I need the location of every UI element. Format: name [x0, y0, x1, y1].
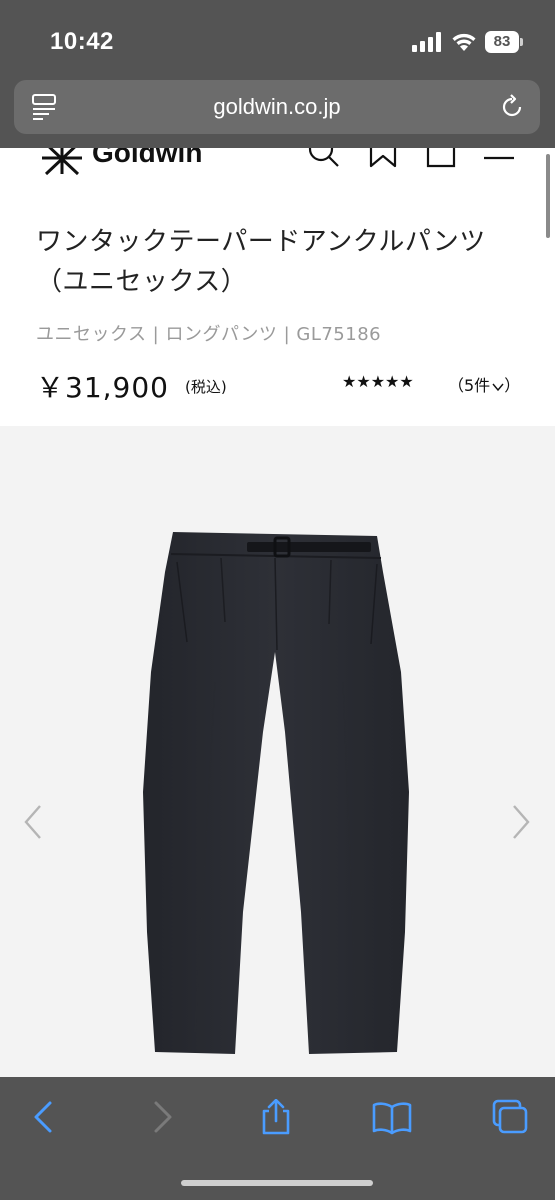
chevron-right-icon[interactable]	[508, 802, 534, 842]
home-indicator[interactable]	[181, 1180, 373, 1186]
reload-icon[interactable]	[498, 93, 526, 121]
battery-level: 83	[485, 31, 519, 53]
search-icon[interactable]	[306, 148, 340, 168]
chevron-left-icon[interactable]	[20, 802, 46, 842]
battery-indicator: 83	[485, 31, 523, 53]
book-icon[interactable]	[372, 1099, 412, 1135]
tax-note: (税込)	[185, 378, 227, 396]
product-image-pants	[143, 532, 409, 1054]
wifi-icon	[452, 33, 476, 51]
bookmark-ribbon-icon[interactable]	[366, 148, 400, 168]
product-image-gallery[interactable]	[0, 426, 555, 1077]
product-breadcrumb: ユニセックス | ロングパンツ | GL75186	[36, 324, 382, 345]
cellular-signal-icon	[412, 32, 441, 52]
forward-arrow-icon[interactable]	[142, 1099, 182, 1135]
url-text[interactable]: goldwin.co.jp	[14, 94, 540, 120]
status-time: 10:42	[50, 28, 114, 55]
goldwin-logo-mark-icon	[42, 148, 82, 176]
site-header: Goldwin	[0, 148, 555, 188]
logo-text: Goldwin	[92, 148, 203, 168]
rating-close-paren: ）	[504, 376, 521, 395]
product-title: ワンタックテーパードアンクルパンツ（ユニセックス）	[36, 227, 486, 297]
chevron-down-icon	[492, 383, 504, 391]
address-bar[interactable]: goldwin.co.jp	[14, 80, 540, 134]
battery-tip	[520, 38, 523, 46]
rating-stars[interactable]: ★★★★★	[342, 372, 414, 391]
back-arrow-icon[interactable]	[24, 1099, 64, 1135]
tabs-icon[interactable]	[490, 1099, 530, 1135]
product-price: ￥31,900	[36, 371, 169, 404]
rating-count-text: （5件	[448, 376, 491, 395]
browser-top-bar: 10:42 83 goldwin.co.jp	[0, 0, 555, 148]
cart-icon[interactable]	[424, 148, 458, 168]
rating-count-link[interactable]: （5件 ）	[448, 372, 520, 396]
share-icon[interactable]	[256, 1099, 296, 1135]
page: 10:42 83 goldwin.co.jp Goldwin ワンタックテーパー…	[0, 0, 555, 1200]
hamburger-menu-icon[interactable]	[482, 148, 516, 168]
scroll-indicator[interactable]	[546, 154, 550, 238]
